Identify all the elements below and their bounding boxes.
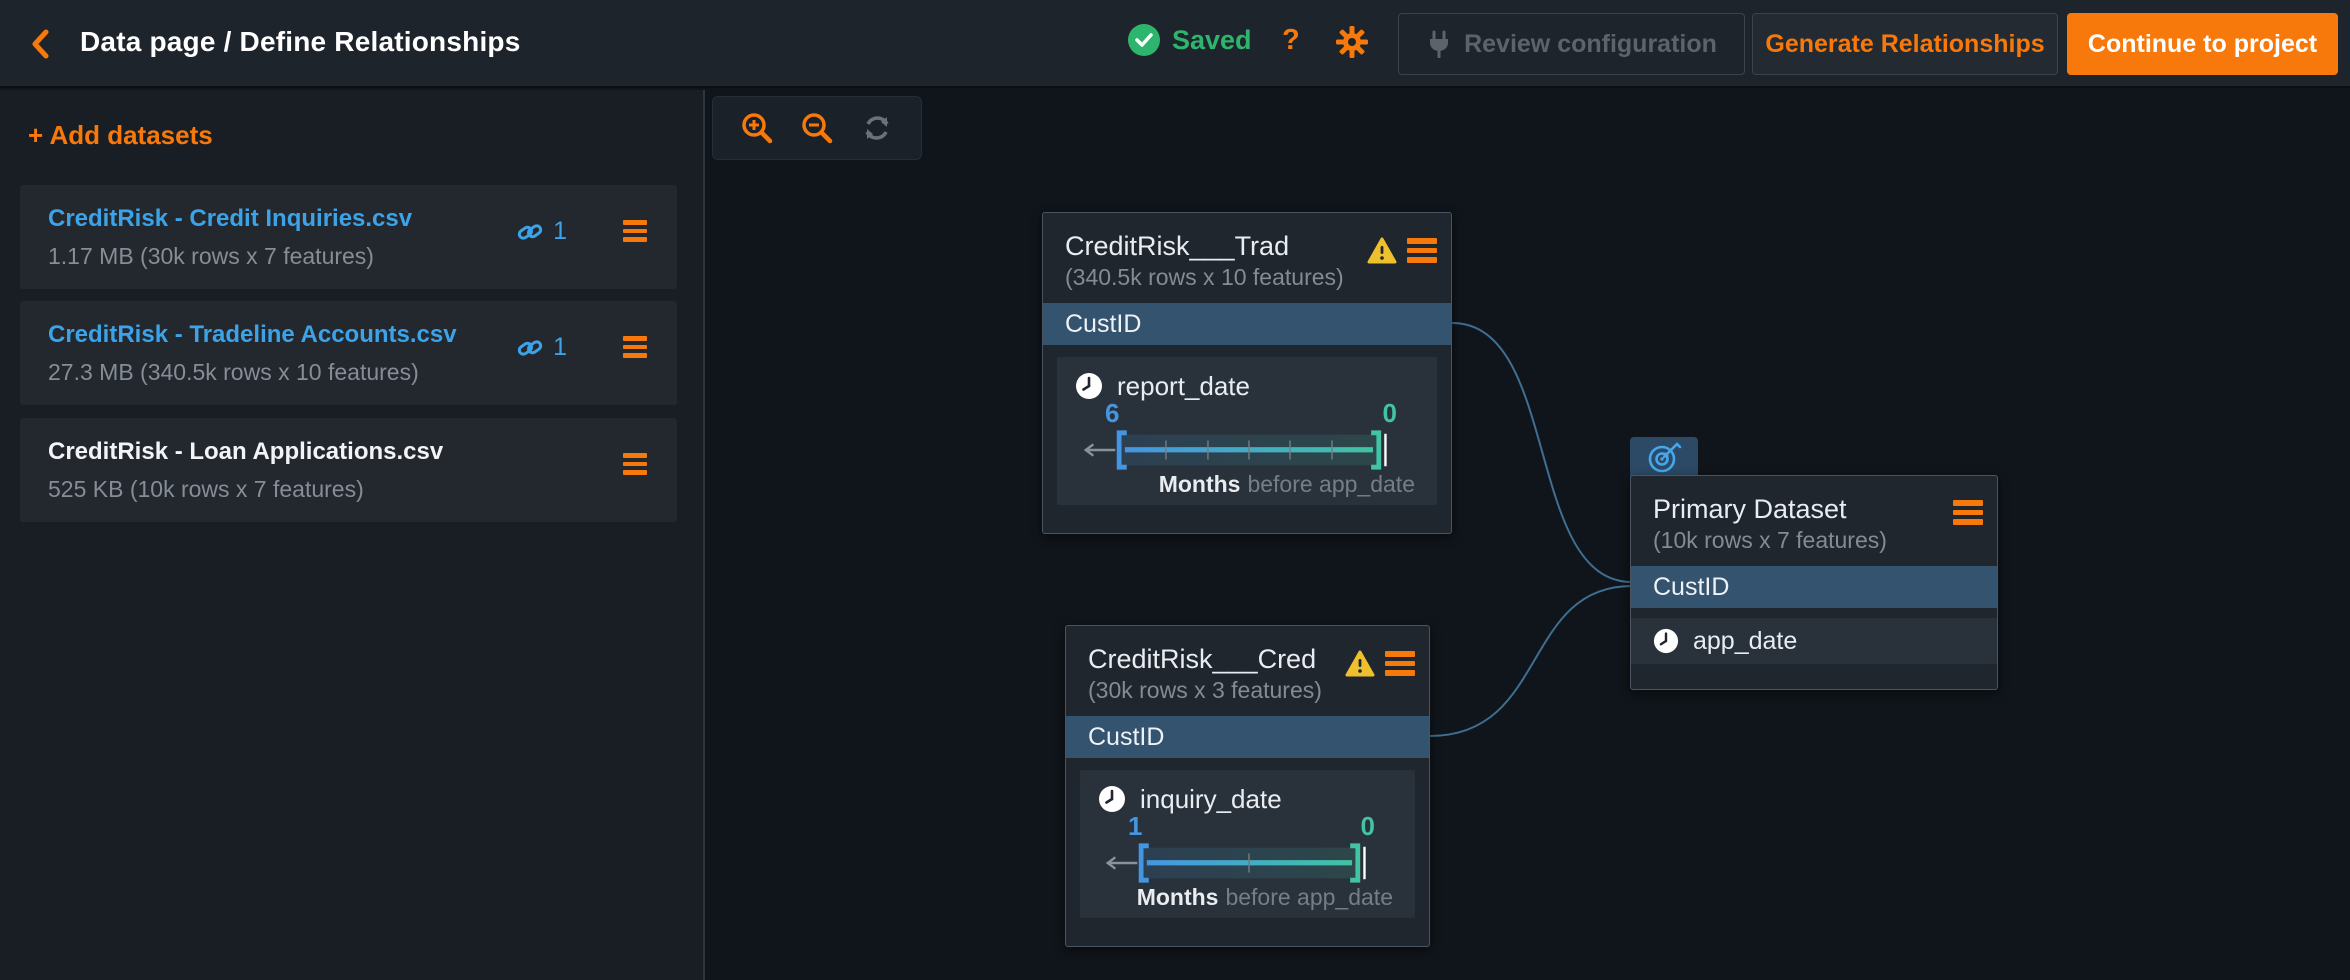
time-field-name: app_date <box>1693 627 1797 656</box>
settings-gear-icon[interactable] <box>1332 22 1372 67</box>
relationship-canvas[interactable] <box>707 90 2350 980</box>
review-configuration-label: Review configuration <box>1464 30 1717 59</box>
dataset-menu-button[interactable] <box>623 336 647 358</box>
dataset-link-count[interactable]: 1 <box>517 217 567 246</box>
node-header: CreditRisk___Cred (30k rows x 3 features… <box>1066 626 1429 716</box>
window-start-value: 1 <box>1128 811 1142 842</box>
saved-label: Saved <box>1172 25 1252 56</box>
dataset-meta: 1.17 MB (30k rows x 7 features) <box>48 243 374 270</box>
continue-to-project-button[interactable]: Continue to project <box>2067 13 2338 75</box>
time-window-panel: report_date 6 0 <box>1057 357 1437 505</box>
link-icon <box>517 219 543 245</box>
refresh-icon <box>861 112 893 144</box>
generate-relationships-button[interactable]: Generate Relationships <box>1752 13 2058 75</box>
node-title: CreditRisk___Cred <box>1088 642 1338 676</box>
dataset-link-count[interactable]: 1 <box>517 333 567 362</box>
node-menu-button[interactable] <box>1407 238 1437 263</box>
clock-icon <box>1098 785 1126 813</box>
prediction-target-tab <box>1630 437 1698 477</box>
window-unit-label: Monthsbefore app_date <box>1075 471 1419 499</box>
dataset-node-primary[interactable]: Primary Dataset (10k rows x 7 features) … <box>1630 475 1998 690</box>
refresh-layout-button[interactable] <box>857 108 897 148</box>
dataset-node-inquiries[interactable]: CreditRisk___Cred (30k rows x 3 features… <box>1065 625 1430 947</box>
node-title: CreditRisk___Trad <box>1065 229 1315 263</box>
node-meta: (30k rows x 3 features) <box>1088 676 1407 704</box>
dataset-card-loan-applications[interactable]: CreditRisk - Loan Applications.csv 525 K… <box>20 418 677 522</box>
dataset-card-tradeline-accounts[interactable]: CreditRisk - Tradeline Accounts.csv 27.3… <box>20 301 677 405</box>
node-title: Primary Dataset <box>1653 492 1903 526</box>
node-meta: (10k rows x 7 features) <box>1653 526 1975 554</box>
time-field-name: report_date <box>1117 371 1250 402</box>
node-header: CreditRisk___Trad (340.5k rows x 10 feat… <box>1043 213 1451 303</box>
top-bar: Data page / Define Relationships Saved ? <box>0 0 2350 88</box>
warning-icon[interactable] <box>1345 650 1375 677</box>
dataset-meta: 525 KB (10k rows x 7 features) <box>48 476 364 503</box>
plug-icon <box>1426 30 1452 58</box>
datasets-sidebar: + Add datasets CreditRisk - Credit Inqui… <box>0 90 705 980</box>
zoom-in-button[interactable] <box>737 108 777 148</box>
chevron-left-icon <box>26 24 56 64</box>
generate-relationships-label: Generate Relationships <box>1765 30 2044 59</box>
dataset-menu-button[interactable] <box>623 453 647 475</box>
link-count-value: 1 <box>553 217 567 246</box>
window-end-value: 0 <box>1361 811 1375 842</box>
help-button[interactable]: ? <box>1282 24 1300 57</box>
dataset-menu-button[interactable] <box>623 220 647 242</box>
dataset-card-credit-inquiries[interactable]: CreditRisk - Credit Inquiries.csv 1.17 M… <box>20 185 677 289</box>
join-key-row[interactable]: CustID <box>1631 566 1997 608</box>
add-datasets-button[interactable]: + Add datasets <box>28 120 213 151</box>
node-meta: (340.5k rows x 10 features) <box>1065 263 1429 291</box>
link-count-value: 1 <box>553 333 567 362</box>
continue-to-project-label: Continue to project <box>2088 30 2317 59</box>
zoom-out-icon <box>800 111 834 145</box>
review-configuration-button[interactable]: Review configuration <box>1398 13 1745 75</box>
saved-check-icon <box>1128 24 1160 56</box>
dataset-name-link[interactable]: CreditRisk - Tradeline Accounts.csv <box>48 321 457 349</box>
save-status: Saved <box>1128 24 1252 56</box>
time-window-panel: inquiry_date 1 0 <box>1080 770 1415 918</box>
dataset-node-tradeline[interactable]: CreditRisk___Trad (340.5k rows x 10 feat… <box>1042 212 1452 534</box>
dataset-meta: 27.3 MB (340.5k rows x 10 features) <box>48 359 419 386</box>
node-menu-button[interactable] <box>1953 500 1983 525</box>
clock-icon <box>1653 628 1679 654</box>
canvas-toolbar <box>712 96 922 160</box>
window-start-value: 6 <box>1105 398 1119 429</box>
zoom-out-button[interactable] <box>797 108 837 148</box>
window-end-value: 0 <box>1383 398 1397 429</box>
target-icon <box>1646 440 1682 474</box>
dataset-name-link[interactable]: CreditRisk - Credit Inquiries.csv <box>48 205 412 233</box>
join-key-row[interactable]: CustID <box>1066 716 1429 758</box>
back-button[interactable] <box>26 24 56 64</box>
time-window-slider[interactable] <box>1075 429 1419 471</box>
time-window-slider[interactable] <box>1098 842 1397 884</box>
node-header: Primary Dataset (10k rows x 7 features) <box>1631 476 1997 566</box>
zoom-in-icon <box>740 111 774 145</box>
breadcrumb: Data page / Define Relationships <box>80 26 521 58</box>
window-unit-label: Monthsbefore app_date <box>1098 884 1397 912</box>
time-field-row: app_date <box>1631 618 1997 664</box>
link-icon <box>517 335 543 361</box>
node-menu-button[interactable] <box>1385 651 1415 676</box>
warning-icon[interactable] <box>1367 237 1397 264</box>
join-key-row[interactable]: CustID <box>1043 303 1451 345</box>
time-field-name: inquiry_date <box>1140 784 1282 815</box>
dataset-name: CreditRisk - Loan Applications.csv <box>48 438 443 466</box>
clock-icon <box>1075 372 1103 400</box>
